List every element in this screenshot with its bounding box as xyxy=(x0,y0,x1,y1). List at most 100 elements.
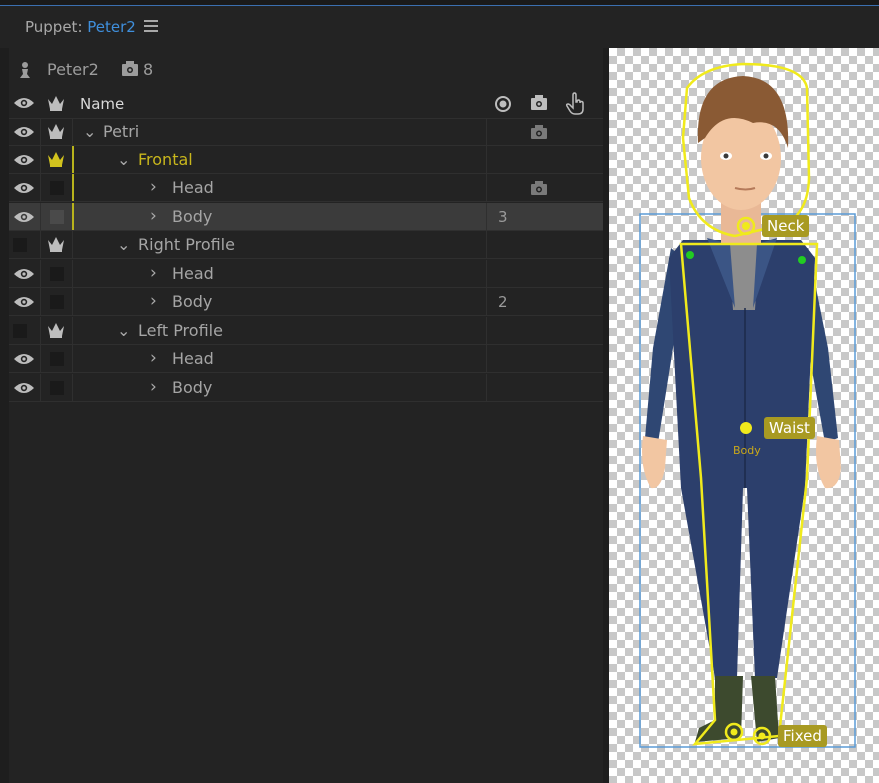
column-divider xyxy=(486,374,487,401)
column-divider xyxy=(72,288,73,315)
tree-row-label: Body xyxy=(172,207,213,226)
column-divider xyxy=(72,260,73,287)
tree-row-right-head[interactable]: › Head xyxy=(9,260,603,288)
chevron-down-icon[interactable]: ⌄ xyxy=(117,321,130,340)
left-hand xyxy=(642,436,667,489)
camera-count: 8 xyxy=(143,60,154,79)
crown-toggle-box[interactable] xyxy=(50,181,64,195)
visibility-eye-icon[interactable] xyxy=(13,352,35,366)
tree-row-label: Head xyxy=(172,349,214,368)
body-label: Body xyxy=(733,444,761,457)
visibility-eye-icon[interactable] xyxy=(13,267,35,281)
crown-toggle-box[interactable] xyxy=(50,381,64,395)
crown-icon[interactable] xyxy=(46,235,66,253)
hand-pointer-column-icon[interactable] xyxy=(565,92,587,116)
panel-menu-icon[interactable] xyxy=(144,20,158,32)
column-divider xyxy=(486,174,487,201)
tree-row-label: Petri xyxy=(103,122,140,141)
chevron-down-icon[interactable]: ⌄ xyxy=(117,235,130,254)
column-divider xyxy=(40,231,41,258)
tree-row-left-body[interactable]: › Body xyxy=(9,374,603,402)
tree-row-label: Left Profile xyxy=(138,321,223,340)
visibility-eye-icon[interactable] xyxy=(13,381,35,395)
crown-toggle-box[interactable] xyxy=(50,267,64,281)
left-pupil xyxy=(723,153,729,159)
camera-icon xyxy=(122,61,138,76)
fixed-handle-tag[interactable]: Fixed xyxy=(778,725,827,747)
tree-row-petri[interactable]: ⌄ Petri xyxy=(9,118,603,146)
tree-row-frontal-body[interactable]: › Body 3 xyxy=(9,203,603,231)
chevron-right-icon[interactable]: › xyxy=(150,206,157,226)
crown-icon[interactable] xyxy=(46,321,66,339)
right-pupil xyxy=(763,153,769,159)
column-divider xyxy=(40,118,41,145)
crown-icon[interactable] xyxy=(46,122,66,140)
waist-handle-tag[interactable]: Waist xyxy=(764,417,815,439)
camera-icon xyxy=(531,181,547,195)
record-column-icon[interactable] xyxy=(494,95,512,113)
panel-title-prefix: Puppet: xyxy=(25,18,88,36)
active-indicator-bar xyxy=(72,174,74,201)
tree-row-label: Head xyxy=(172,178,214,197)
window-top-border xyxy=(0,0,879,6)
chevron-right-icon[interactable]: › xyxy=(150,377,157,397)
panel-title: Puppet: Peter2 xyxy=(25,18,136,36)
handle-count: 2 xyxy=(498,293,508,311)
tree-column-header: Name xyxy=(9,90,603,119)
tree-row-label: Right Profile xyxy=(138,235,235,254)
column-divider xyxy=(40,260,41,287)
tree-row-right-body[interactable]: › Body 2 xyxy=(9,288,603,316)
crown-active-icon[interactable] xyxy=(46,150,66,168)
column-divider xyxy=(40,174,41,201)
crown-toggle-box[interactable] xyxy=(50,210,64,224)
visibility-eye-icon[interactable] xyxy=(13,181,35,195)
shoulder-right-dot xyxy=(798,256,806,264)
visibility-eye-icon[interactable] xyxy=(13,153,35,167)
camera-icon xyxy=(531,125,547,139)
panel-edge xyxy=(0,48,9,783)
waist-handle xyxy=(740,422,752,434)
camera-column-icon[interactable] xyxy=(530,94,548,112)
crown-toggle-box[interactable] xyxy=(50,295,64,309)
active-indicator-bar xyxy=(72,203,74,230)
tree-row-left-profile[interactable]: ⌄ Left Profile xyxy=(9,317,603,345)
column-divider xyxy=(486,345,487,372)
tree-row-right-profile[interactable]: ⌄ Right Profile xyxy=(9,231,603,259)
visibility-eye-icon[interactable] xyxy=(13,295,35,309)
column-divider xyxy=(486,231,487,258)
neck-handle-tag[interactable]: Neck xyxy=(762,215,810,237)
column-divider xyxy=(486,203,487,230)
chevron-right-icon[interactable]: › xyxy=(150,291,157,311)
column-divider xyxy=(72,345,73,372)
visibility-toggle-box[interactable] xyxy=(13,324,27,338)
puppet-canvas[interactable] xyxy=(603,48,879,783)
column-divider xyxy=(40,203,41,230)
chevron-right-icon[interactable]: › xyxy=(150,348,157,368)
visibility-column-eye-icon[interactable] xyxy=(13,96,35,110)
crown-toggle-box[interactable] xyxy=(50,352,64,366)
shoulder-left-dot xyxy=(686,251,694,259)
active-indicator-bar xyxy=(72,146,74,173)
chevron-right-icon[interactable]: › xyxy=(150,177,157,197)
column-divider xyxy=(40,345,41,372)
chevron-right-icon[interactable]: › xyxy=(150,263,157,283)
visibility-eye-icon[interactable] xyxy=(13,210,35,224)
column-divider xyxy=(486,146,487,173)
name-column-header[interactable]: Name xyxy=(80,95,124,113)
visibility-toggle-box[interactable] xyxy=(13,238,27,252)
column-divider xyxy=(486,118,487,145)
column-divider xyxy=(40,146,41,173)
column-divider xyxy=(40,317,41,344)
tree-row-label: Body xyxy=(172,292,213,311)
column-divider xyxy=(72,374,73,401)
chevron-down-icon[interactable]: ⌄ xyxy=(83,122,96,141)
crown-column-icon[interactable] xyxy=(46,94,66,112)
tree-row-label: Body xyxy=(172,378,213,397)
tree-row-frontal[interactable]: ⌄ Frontal xyxy=(9,146,603,174)
visibility-eye-icon[interactable] xyxy=(13,125,35,139)
puppet-icon xyxy=(20,62,30,78)
tree-row-left-head[interactable]: › Head xyxy=(9,345,603,373)
tree-row-frontal-head[interactable]: › Head xyxy=(9,174,603,202)
chevron-down-icon[interactable]: ⌄ xyxy=(117,150,130,169)
handle-count: 3 xyxy=(498,208,508,226)
